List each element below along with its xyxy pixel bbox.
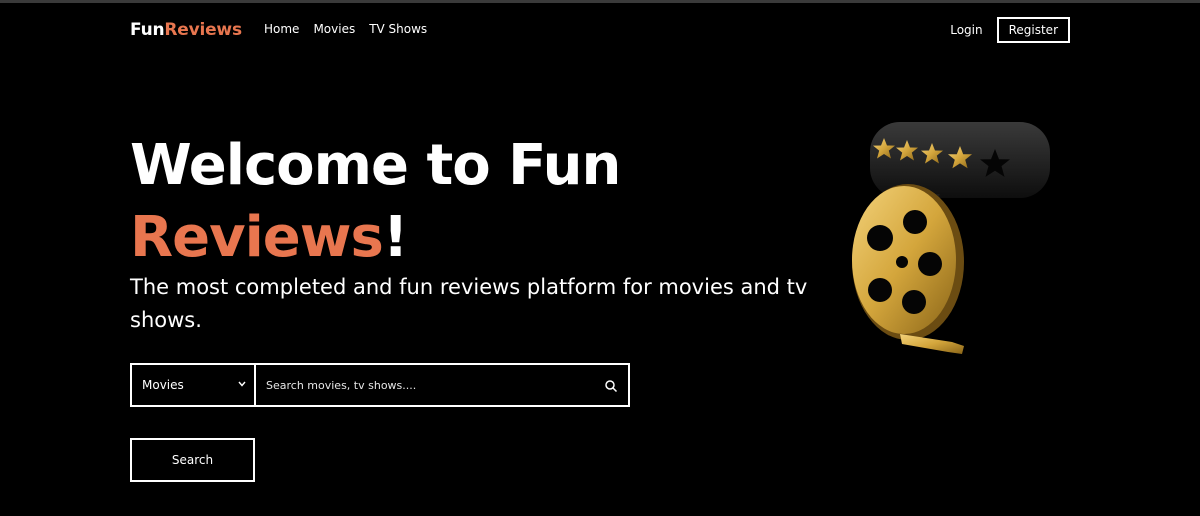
logo-text-fun: Fun: [130, 20, 165, 40]
hero-title-line1: Welcome to Fun: [130, 133, 621, 198]
category-select[interactable]: Movies: [132, 365, 256, 405]
hero-title: Welcome to Fun Reviews!: [130, 130, 621, 274]
nav-movies-link[interactable]: Movies: [313, 22, 355, 36]
hero-title-exclaim: !: [382, 205, 409, 270]
search-icon[interactable]: [604, 378, 618, 393]
category-select-value: Movies: [142, 378, 184, 392]
search-field: [256, 365, 628, 405]
site-logo[interactable]: FunReviews: [130, 20, 242, 40]
search-input[interactable]: [266, 378, 604, 392]
site-header: FunReviews Home Movies TV Shows Login Re…: [0, 3, 1200, 57]
film-reel: [852, 184, 964, 354]
hero-subtitle: The most completed and fun reviews platf…: [130, 275, 808, 332]
film-reel-rating-illustration: [840, 112, 1060, 362]
logo-text-reviews: Reviews: [164, 20, 242, 40]
register-button[interactable]: Register: [996, 17, 1070, 43]
search-bar: Movies: [130, 363, 630, 407]
nav-tv-shows-link[interactable]: TV Shows: [369, 22, 427, 36]
search-button[interactable]: Search: [130, 438, 255, 482]
main-nav: Home Movies TV Shows: [264, 22, 427, 36]
chevron-down-icon: [238, 380, 246, 390]
nav-home-link[interactable]: Home: [264, 22, 299, 36]
login-link[interactable]: Login: [950, 23, 982, 37]
auth-actions: Login Register: [950, 17, 1070, 43]
hero-title-accent: Reviews: [130, 205, 384, 270]
